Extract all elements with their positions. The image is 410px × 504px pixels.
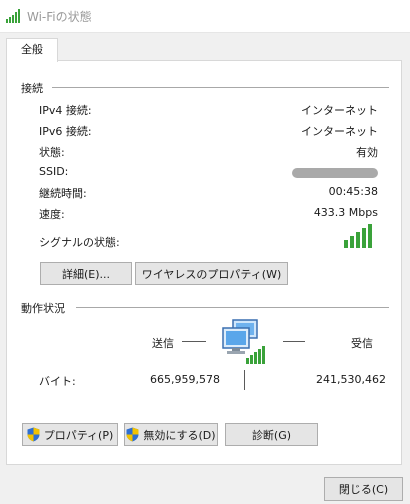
ipv6-label: IPv6 接続: — [39, 125, 92, 138]
activity-separator — [244, 370, 245, 390]
properties-button-label: プロパティ(P) — [43, 428, 114, 442]
wireless-properties-button[interactable]: ワイヤレスのプロパティ(W) — [135, 262, 288, 285]
network-computers-icon — [222, 319, 265, 364]
activity-section-label: 動作状況 — [21, 302, 65, 315]
signal-quality-label: シグナルの状態: — [39, 236, 120, 249]
media-state-label: 状態: — [39, 146, 65, 159]
ssid-label: SSID: — [39, 165, 69, 178]
connection-section-label: 接続 — [21, 82, 43, 95]
shield-icon — [27, 427, 40, 442]
speed-value: 433.3 Mbps — [313, 206, 378, 219]
ipv4-label: IPv4 接続: — [39, 104, 92, 117]
wifi-signal-icon — [6, 9, 20, 23]
diagnose-button[interactable]: 診断(G) — [225, 423, 318, 446]
window-title: Wi-Fiの状態 — [27, 10, 92, 24]
duration-label: 継続時間: — [39, 187, 87, 200]
media-state-value: 有効 — [356, 146, 378, 159]
received-dash — [283, 341, 305, 342]
speed-label: 速度: — [39, 208, 65, 221]
disable-button[interactable]: 無効にする(D) — [124, 423, 218, 446]
ipv4-value: インターネット — [301, 104, 378, 117]
close-button[interactable]: 閉じる(C) — [324, 477, 403, 501]
connection-divider — [52, 87, 389, 88]
title-bar: Wi-Fiの状態 — [0, 0, 410, 33]
details-button[interactable]: 詳細(E)... — [40, 262, 132, 285]
sent-label: 送信 — [152, 337, 174, 350]
sent-dash — [182, 341, 206, 342]
properties-button[interactable]: プロパティ(P) — [22, 423, 118, 446]
activity-divider — [76, 307, 389, 308]
received-label: 受信 — [351, 337, 373, 350]
shield-icon — [126, 427, 139, 442]
tab-general[interactable]: 全般 — [6, 38, 58, 62]
bytes-received-value: 241,530,462 — [316, 373, 386, 386]
bytes-sent-value: 665,959,578 — [150, 373, 220, 386]
bytes-label: バイト: — [39, 375, 76, 388]
duration-value: 00:45:38 — [328, 185, 378, 198]
disable-button-label: 無効にする(D) — [143, 428, 216, 442]
ipv6-value: インターネット — [301, 125, 378, 138]
signal-strength-icon — [344, 224, 372, 248]
ssid-redacted-value — [292, 168, 378, 178]
